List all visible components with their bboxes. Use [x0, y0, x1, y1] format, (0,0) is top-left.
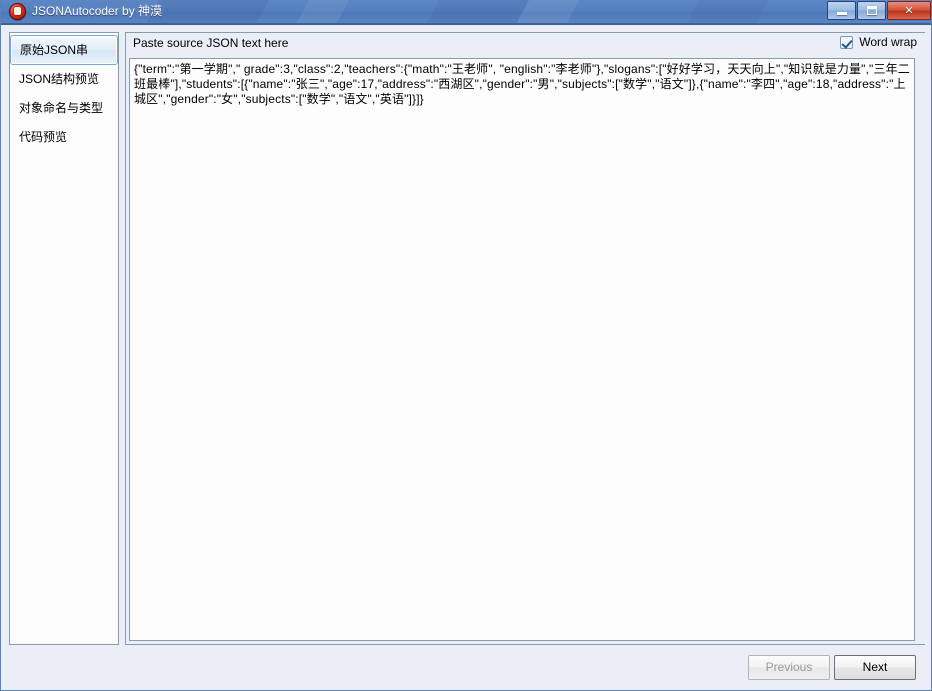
next-button-label: Next [862, 660, 888, 674]
titlebar-streak [287, 0, 355, 23]
previous-button[interactable]: Previous [748, 655, 830, 680]
sidebar-item-raw-json[interactable]: 原始JSON串 [10, 35, 118, 65]
json-source-input[interactable]: {"term":"第一学期"," grade":3,"class":2,"tea… [129, 58, 915, 641]
next-button[interactable]: Next [834, 655, 916, 680]
word-wrap-control[interactable]: Word wrap [840, 35, 917, 49]
window-title: JSONAutocoder by 神漠 [32, 4, 163, 18]
sidebar-item-json-structure-preview[interactable]: JSON结构预览 [10, 65, 118, 94]
titlebar-divider [1, 23, 931, 25]
minimize-icon [828, 2, 855, 19]
json-source-text: {"term":"第一学期"," grade":3,"class":2,"tea… [134, 62, 910, 106]
sidebar-step-list[interactable]: 原始JSON串 JSON结构预览 对象命名与类型 代码预览 [9, 32, 119, 645]
word-wrap-label: Word wrap [859, 35, 917, 49]
minimize-button[interactable] [827, 1, 856, 20]
panel-header: Paste source JSON text here Word wrap [126, 33, 925, 55]
maximize-icon [858, 2, 885, 19]
maximize-button[interactable] [857, 1, 886, 20]
sidebar-item-label: 原始JSON串 [20, 43, 89, 57]
sidebar-item-label: JSON结构预览 [19, 72, 100, 86]
titlebar-streak [417, 0, 535, 23]
titlebar-streak [677, 0, 775, 23]
sidebar-item-label: 对象命名与类型 [19, 101, 104, 115]
word-wrap-checkbox[interactable] [840, 35, 854, 49]
panel-header-label: Paste source JSON text here [133, 36, 289, 50]
application-window: JSONAutocoder by 神漠 ✕ 原始JSON串 JSON结构预览 对… [0, 0, 932, 691]
title-bar: JSONAutocoder by 神漠 ✕ [1, 0, 931, 23]
close-button[interactable]: ✕ [887, 1, 931, 20]
sidebar-item-code-preview[interactable]: 代码预览 [10, 123, 118, 152]
sidebar-item-object-naming-and-type[interactable]: 对象命名与类型 [10, 94, 118, 123]
app-logo-icon [9, 3, 26, 20]
sidebar-item-label: 代码预览 [19, 130, 68, 144]
previous-button-label: Previous [765, 660, 813, 674]
main-content-panel: Paste source JSON text here Word wrap {"… [125, 32, 925, 645]
close-icon: ✕ [904, 4, 914, 17]
